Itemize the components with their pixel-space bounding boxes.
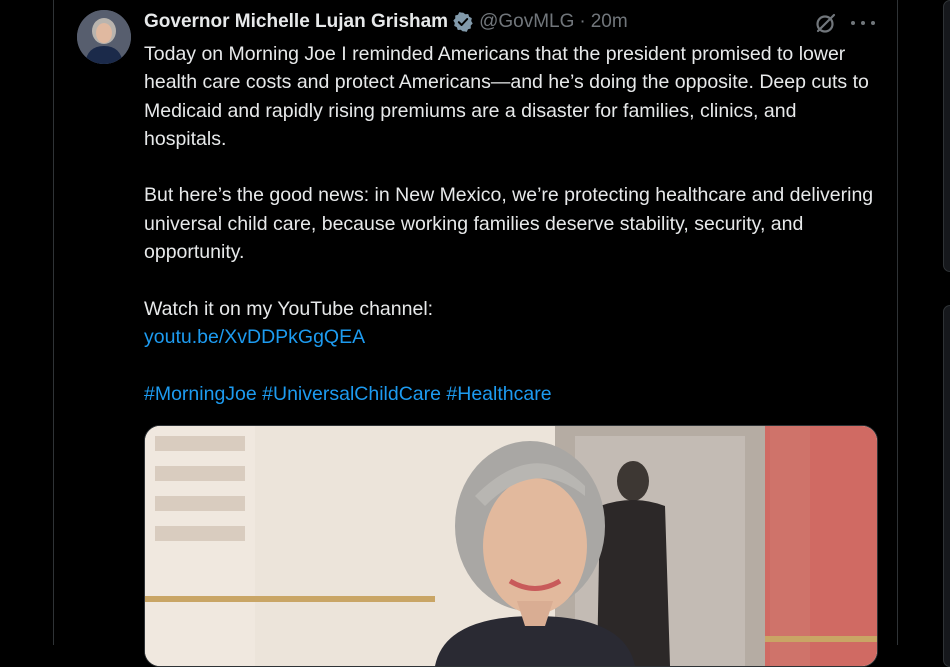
- verified-badge-icon: [453, 12, 473, 32]
- media-photo: [145, 426, 877, 666]
- hashtag-morningjoe[interactable]: #MorningJoe: [144, 383, 257, 405]
- timeline-left-border: [53, 0, 54, 645]
- hashtag-healthcare[interactable]: #Healthcare: [446, 383, 551, 405]
- author-name[interactable]: Governor Michelle Lujan Grisham: [144, 11, 448, 33]
- grok-icon[interactable]: [815, 12, 837, 34]
- tweet-header: Governor Michelle Lujan Grisham @GovMLG …: [144, 9, 628, 35]
- timeline-right-border: [897, 0, 898, 645]
- tweet-timestamp[interactable]: 20m: [591, 11, 628, 33]
- sidebar-card-edge: [943, 0, 950, 272]
- separator-dot: ·: [579, 11, 586, 32]
- sidebar-card-edge: [943, 305, 950, 667]
- tweet-text: Today on Morning Joe I reminded American…: [144, 40, 884, 408]
- avatar-image: [77, 10, 131, 64]
- tweet-paragraph: Watch it on my YouTube channel:: [144, 297, 434, 320]
- author-handle[interactable]: @GovMLG: [479, 11, 574, 33]
- right-sidebar-edge: [941, 0, 950, 667]
- youtube-link[interactable]: youtu.be/XvDDPkGgQEA: [144, 326, 365, 348]
- hashtag-universalchildcare[interactable]: #UniversalChildCare: [262, 383, 441, 405]
- author-avatar[interactable]: [77, 10, 131, 64]
- tweet-media-image[interactable]: [144, 425, 878, 667]
- more-horizontal-icon[interactable]: [851, 12, 875, 34]
- tweet-paragraph: But here’s the good news: in New Mexico,…: [144, 184, 874, 264]
- tweet-paragraph: Today on Morning Joe I reminded American…: [144, 43, 869, 150]
